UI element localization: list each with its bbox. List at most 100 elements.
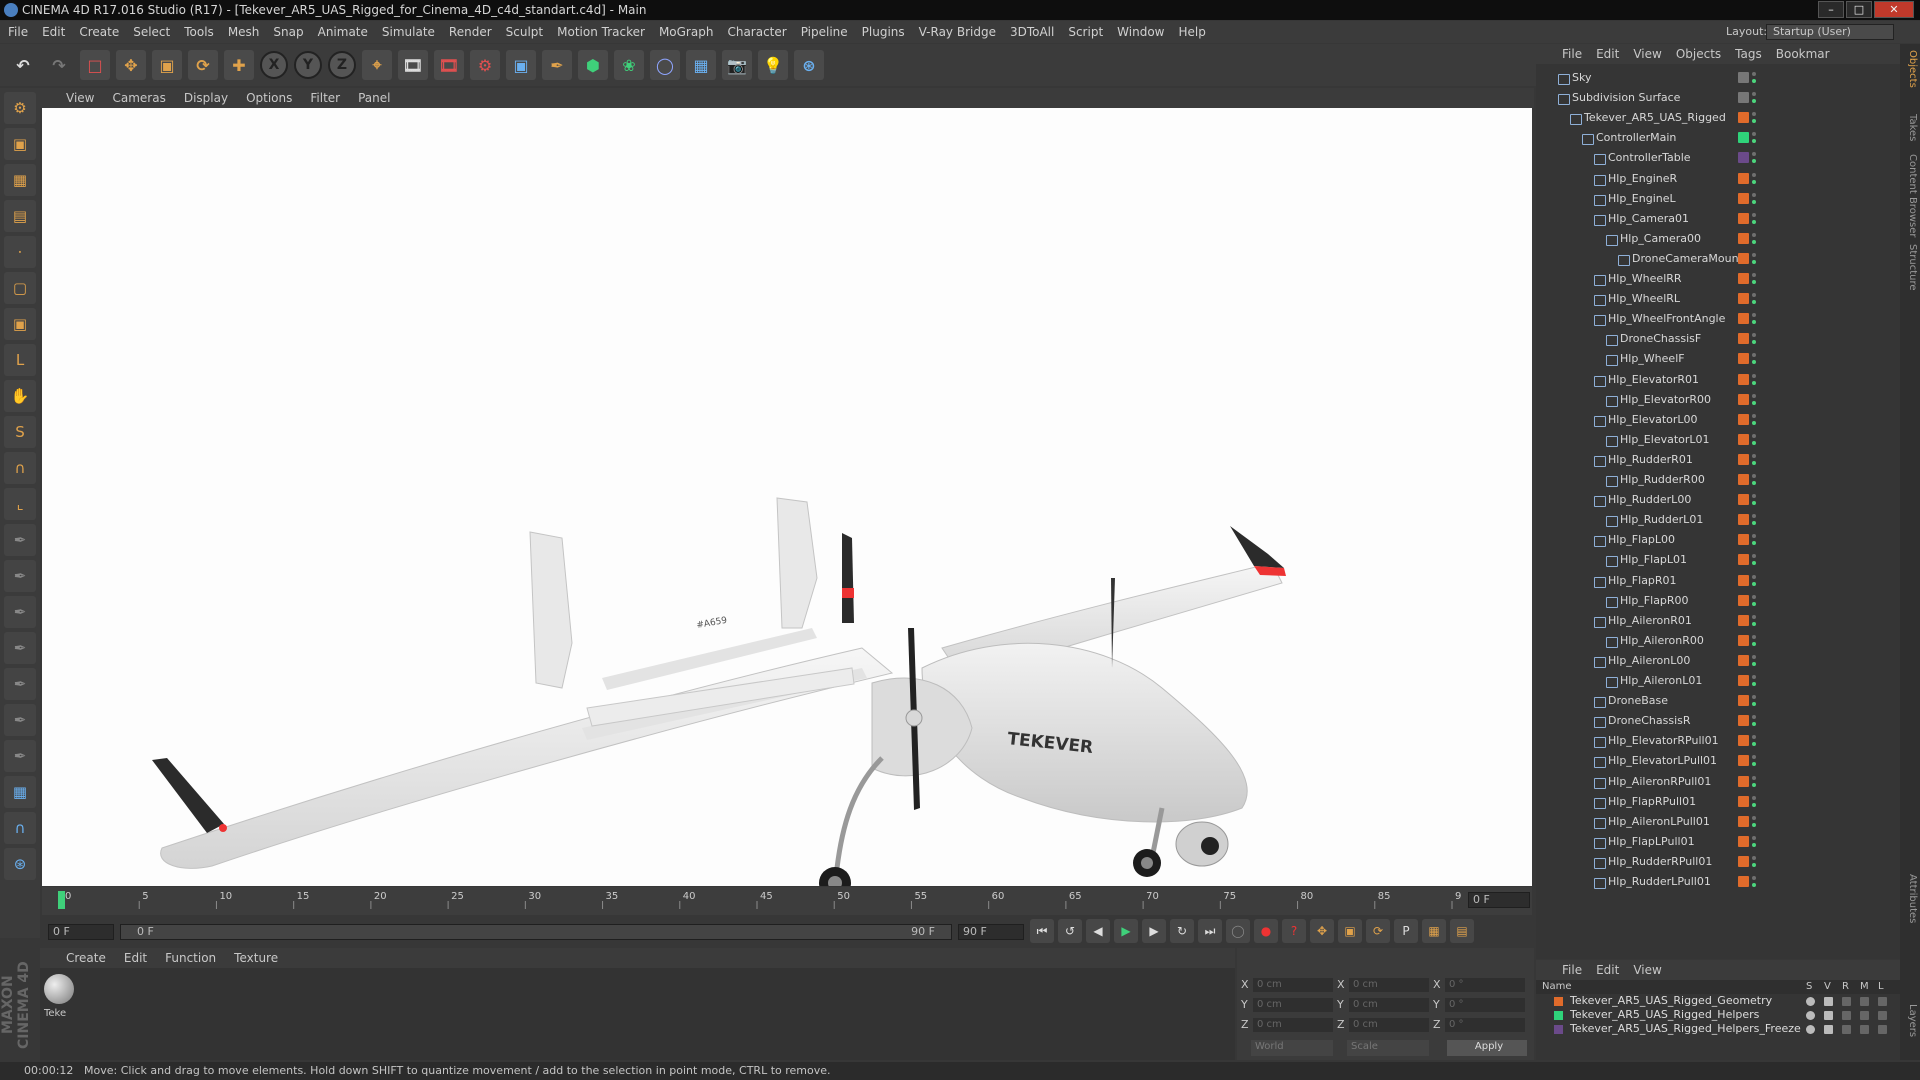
object-row[interactable]: Hlp_RudderL01 [1536,510,1900,530]
visibility-dots-icon[interactable] [1752,814,1758,830]
menu-item-simulate[interactable]: Simulate [382,25,435,39]
visibility-dots-icon[interactable] [1752,351,1758,367]
side-tab-attributes[interactable]: Attributes [1902,874,1918,923]
viewport-menu-item-display[interactable]: Display [184,91,228,105]
visibility-dots-icon[interactable] [1752,452,1758,468]
object-row[interactable]: Hlp_FlapRPull01 [1536,792,1900,812]
maximize-button[interactable]: □ [1846,1,1872,18]
object-row[interactable]: Hlp_ElevatorL00 [1536,410,1900,430]
z-axis-lock-icon[interactable]: Z [328,51,356,79]
menu-item-window[interactable]: Window [1117,25,1164,39]
sculpt-pull-icon[interactable]: ✒ [4,560,36,592]
sculpt-pinch-icon[interactable]: ✒ [4,704,36,736]
layer-visible-toggle-icon[interactable] [1824,1025,1833,1034]
rotation-y-field[interactable]: 0 ° [1445,998,1525,1012]
sculpt-inflate-icon[interactable]: ✒ [4,668,36,700]
layer-lock-toggle-icon[interactable] [1878,1011,1887,1020]
menu-item-create[interactable]: Create [79,25,119,39]
layer-solo-toggle-icon[interactable] [1806,1025,1815,1034]
object-row[interactable]: Hlp_EngineL [1536,189,1900,209]
visibility-dots-icon[interactable] [1752,110,1758,126]
visibility-dots-icon[interactable] [1752,412,1758,428]
visibility-dots-icon[interactable] [1752,311,1758,327]
coordinate-system-icon[interactable]: ⌖ [362,50,392,80]
visibility-dots-icon[interactable] [1752,472,1758,488]
viewport-menu-item-options[interactable]: Options [246,91,292,105]
model-mode-icon[interactable]: ▣ [4,128,36,160]
position-x-field[interactable]: 0 cm [1253,978,1333,992]
size-y-field[interactable]: 0 cm [1349,998,1429,1012]
visibility-dots-icon[interactable] [1752,70,1758,86]
workplane-lock-icon[interactable]: ⌞ [4,488,36,520]
object-row[interactable]: Hlp_FlapL00 [1536,530,1900,550]
side-tab-structure[interactable]: Structure [1902,244,1918,291]
layer-row[interactable]: Tekever_AR5_UAS_Rigged_Helpers_Freeze [1536,1022,1900,1036]
object-menu-item-edit[interactable]: Edit [1596,47,1619,61]
object-row[interactable]: Hlp_RudderL00 [1536,490,1900,510]
python-console-icon[interactable]: ⊛ [4,848,36,880]
side-tab-content-browser[interactable]: Content Browser [1902,154,1918,237]
menu-item-sculpt[interactable]: Sculpt [506,25,543,39]
position-z-field[interactable]: 0 cm [1253,1018,1333,1032]
object-row[interactable]: Hlp_RudderR00 [1536,470,1900,490]
grid-magnet-icon[interactable]: ∩ [4,812,36,844]
visibility-dots-icon[interactable] [1752,693,1758,709]
object-row[interactable]: Hlp_AileronL01 [1536,671,1900,691]
timeline-window-icon[interactable]: ▤ [1450,919,1474,943]
redo-icon[interactable]: ↷ [44,50,74,80]
visibility-dots-icon[interactable] [1752,432,1758,448]
current-frame-field[interactable]: 0 F [1468,892,1530,908]
visibility-dots-icon[interactable] [1752,552,1758,568]
menu-item-animate[interactable]: Animate [318,25,368,39]
layer-solo-toggle-icon[interactable] [1806,997,1815,1006]
key-position-icon[interactable]: ✥ [1310,919,1334,943]
object-row[interactable]: Hlp_ElevatorR01 [1536,370,1900,390]
grid-tool-icon[interactable]: ▦ [4,776,36,808]
minimize-button[interactable]: – [1818,1,1844,18]
start-frame-field[interactable]: 0 F [48,924,114,940]
object-row[interactable]: Hlp_WheelRR [1536,269,1900,289]
visibility-dots-icon[interactable] [1752,392,1758,408]
material-thumbnail[interactable] [44,974,74,1004]
visibility-dots-icon[interactable] [1752,874,1758,890]
menu-item-tools[interactable]: Tools [184,25,214,39]
key-parameter-icon[interactable]: P [1394,919,1418,943]
layer-row[interactable]: Tekever_AR5_UAS_Rigged_Helpers [1536,1008,1900,1022]
layer-menu-item-edit[interactable]: Edit [1596,963,1619,977]
visibility-dots-icon[interactable] [1752,774,1758,790]
menu-item-plugins[interactable]: Plugins [862,25,905,39]
polygons-mode-icon[interactable]: ▣ [4,308,36,340]
camera-icon[interactable]: 📷 [722,50,752,80]
menu-item-file[interactable]: File [8,25,28,39]
object-row[interactable]: Hlp_RudderLPull01 [1536,872,1900,892]
viewport-menu-item-cameras[interactable]: Cameras [112,91,165,105]
previous-key-icon[interactable]: ↺ [1058,919,1082,943]
object-row[interactable]: Hlp_Camera01 [1536,209,1900,229]
visibility-dots-icon[interactable] [1752,633,1758,649]
move-icon[interactable]: ✥ [116,50,146,80]
menu-item-script[interactable]: Script [1068,25,1103,39]
visibility-dots-icon[interactable] [1752,573,1758,589]
menu-item-render[interactable]: Render [449,25,492,39]
deformer-icon[interactable]: ◯ [650,50,680,80]
layer-manager-toggle-icon[interactable] [1860,1011,1869,1020]
visibility-dots-icon[interactable] [1752,191,1758,207]
object-row[interactable]: Hlp_FlapL01 [1536,550,1900,570]
sculpt-grab-icon[interactable]: ✒ [4,740,36,772]
layer-manager-toggle-icon[interactable] [1860,1025,1869,1034]
object-row[interactable]: Hlp_FlapLPull01 [1536,832,1900,852]
visibility-dots-icon[interactable] [1752,271,1758,287]
object-row[interactable]: Hlp_FlapR01 [1536,571,1900,591]
menu-item-character[interactable]: Character [727,25,786,39]
object-row[interactable]: Hlp_WheelFrontAngle [1536,309,1900,329]
object-menu-item-tags[interactable]: Tags [1735,47,1762,61]
material-menu-item-texture[interactable]: Texture [234,951,278,965]
object-row[interactable]: ControllerMain [1536,128,1900,148]
play-icon[interactable]: ▶ [1114,919,1138,943]
autokey-icon[interactable]: ? [1282,919,1306,943]
magnet-icon[interactable]: ∩ [4,452,36,484]
render-picture-viewer-icon[interactable]: 🎞 [434,50,464,80]
size-z-field[interactable]: 0 cm [1349,1018,1429,1032]
object-row[interactable]: Hlp_AileronRPull01 [1536,772,1900,792]
light-icon[interactable]: 💡 [758,50,788,80]
